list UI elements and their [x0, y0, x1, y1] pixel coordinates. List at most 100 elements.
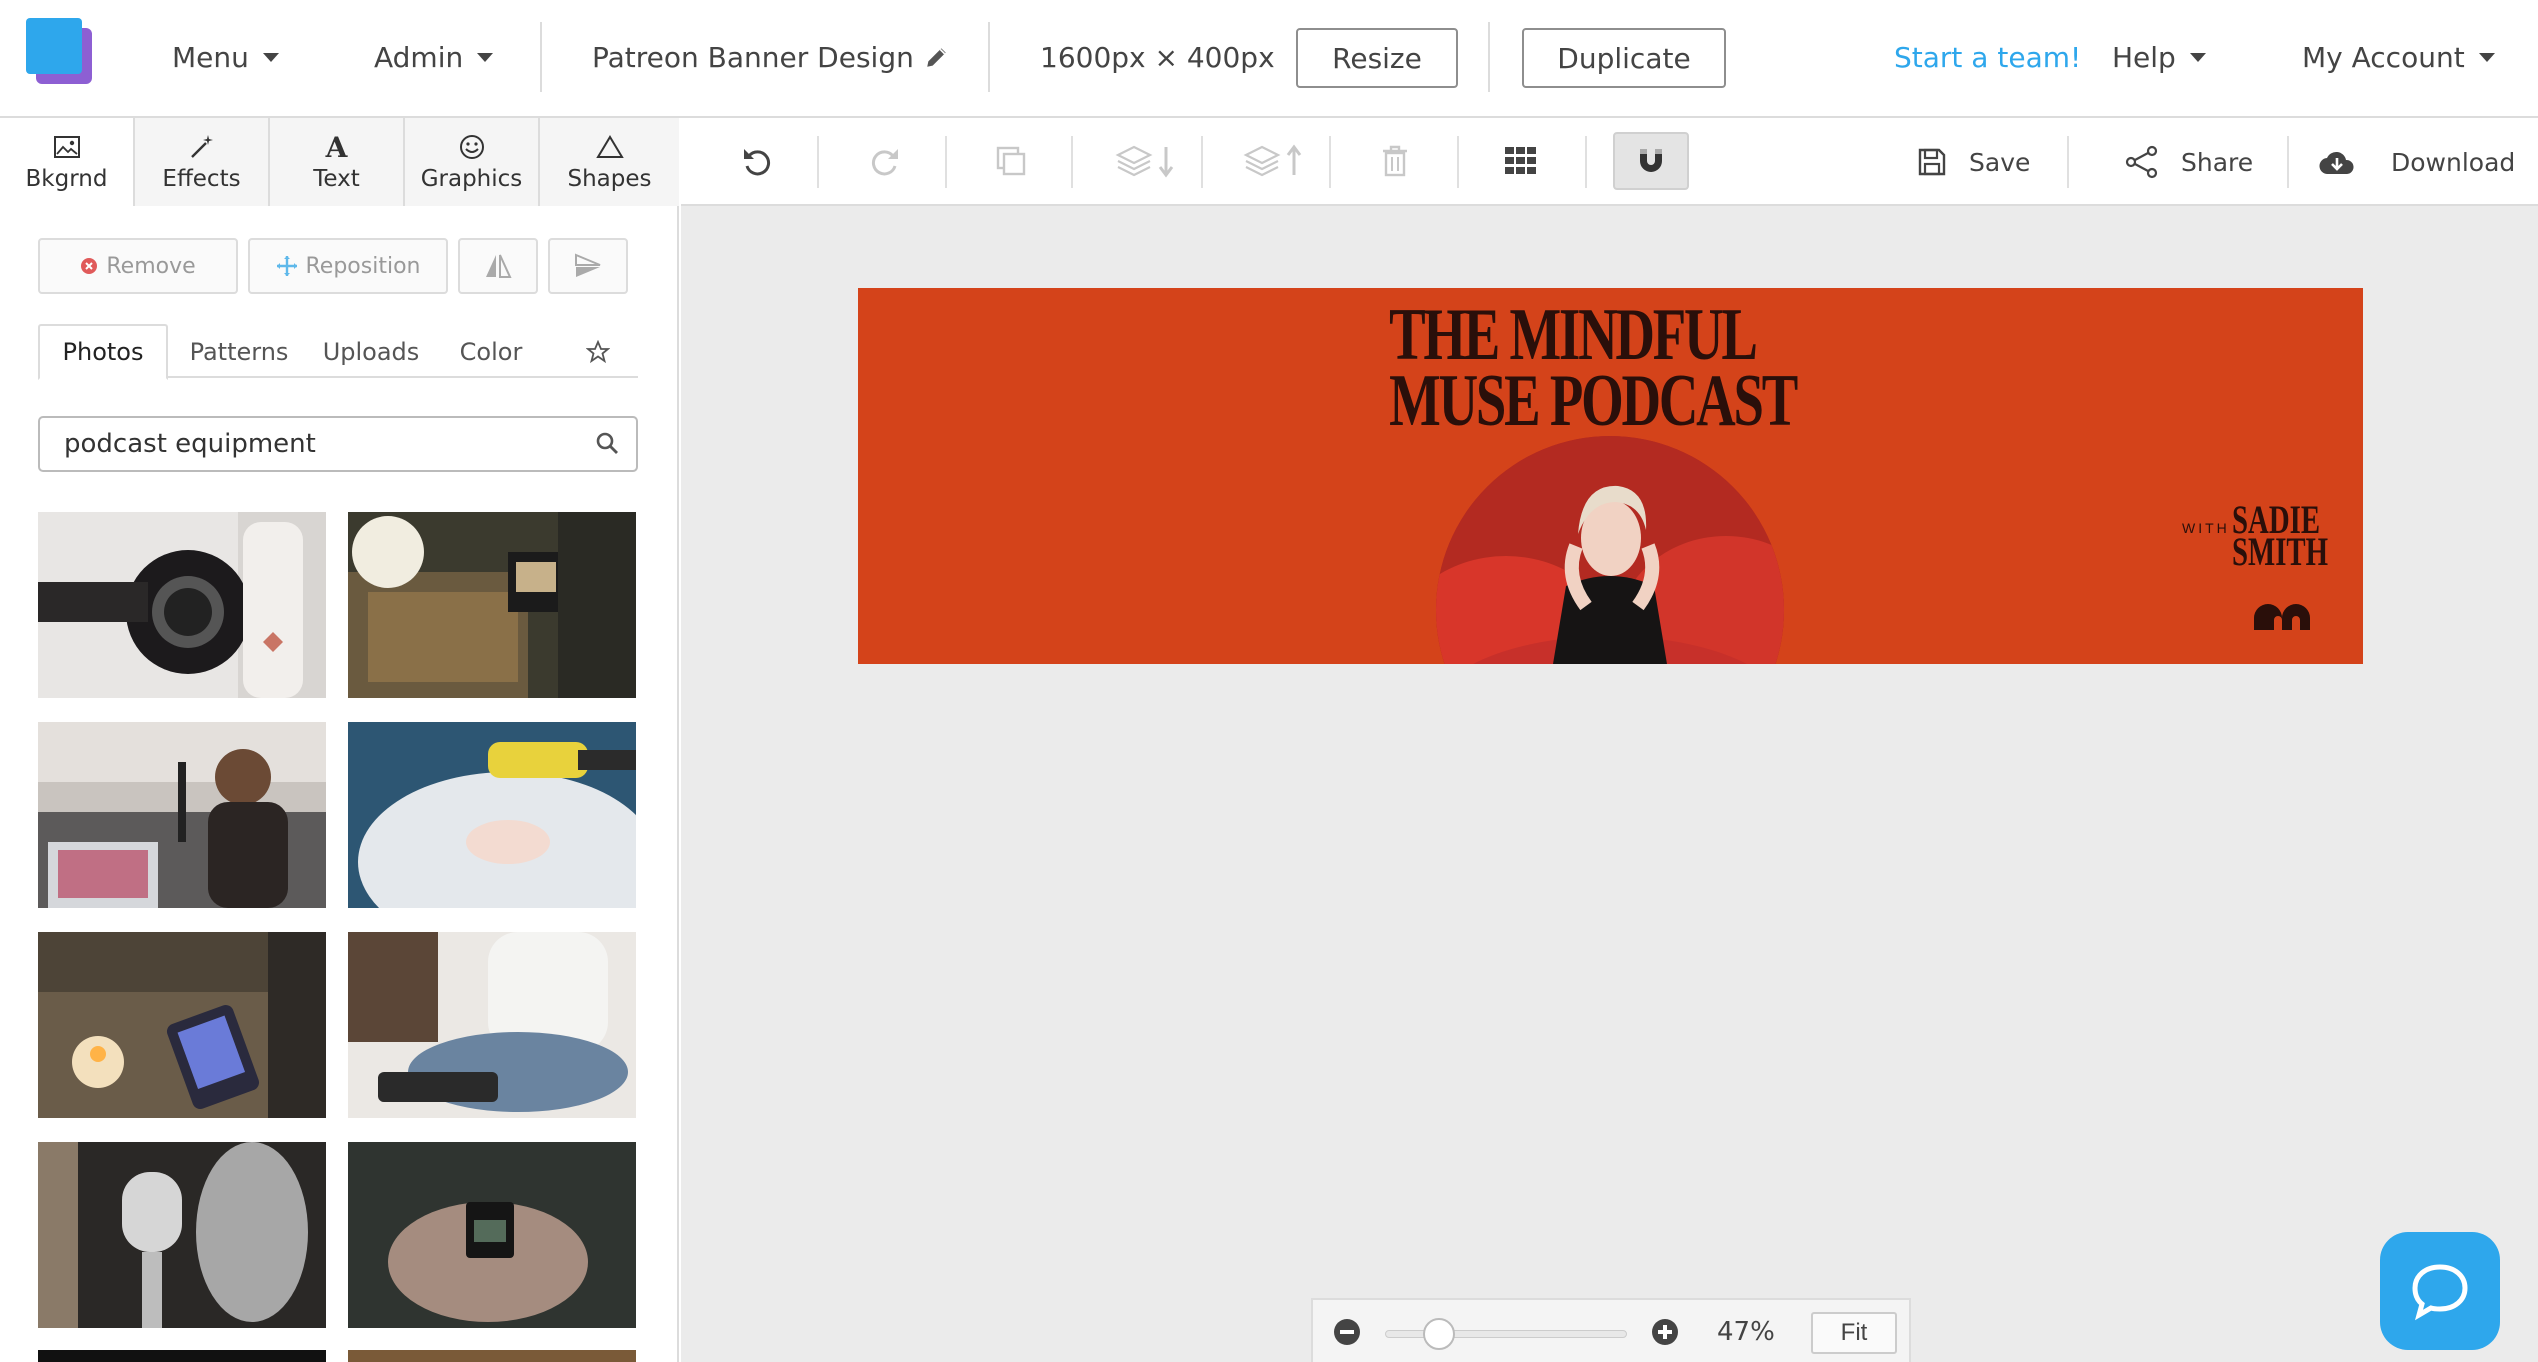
save-label: Save — [1969, 147, 2031, 177]
admin-label: Admin — [374, 40, 464, 74]
chevron-down-icon — [477, 52, 494, 62]
start-team-link[interactable]: Start a team! — [1894, 0, 2081, 114]
host-name[interactable]: SADIE SMITH — [2232, 500, 2329, 574]
tab-patterns[interactable]: Patterns — [174, 324, 304, 380]
photo-thumbnail[interactable] — [348, 1142, 636, 1328]
download-button[interactable]: Download — [2319, 118, 2515, 206]
flip-vertical-button[interactable] — [548, 238, 628, 294]
photo-thumbnail[interactable] — [38, 1350, 326, 1362]
divider — [1329, 136, 1331, 188]
design-title-text: Patreon Banner Design — [592, 40, 914, 74]
host-last-name: SMITH — [2232, 529, 2329, 574]
host-photo[interactable] — [1436, 436, 1784, 664]
account-label: My Account — [2302, 40, 2465, 74]
top-bar: Menu Admin Patreon Banner Design 1600px … — [0, 0, 2538, 118]
save-icon — [1917, 147, 1947, 177]
photo-thumbnail[interactable] — [348, 722, 636, 908]
share-label: Share — [2181, 147, 2254, 177]
reposition-label: Reposition — [305, 253, 421, 279]
duplicate-button[interactable]: Duplicate — [1522, 28, 1726, 88]
photo-source-tabs: Photos Patterns Uploads Color — [38, 324, 638, 380]
admin-dropdown[interactable]: Admin — [374, 0, 494, 114]
pencil-icon[interactable] — [924, 44, 950, 70]
text-a-icon: A — [325, 130, 348, 164]
tab-color[interactable]: Color — [436, 324, 546, 380]
zoom-out-icon[interactable] — [1333, 1318, 1361, 1350]
zoom-slider-track[interactable] — [1385, 1330, 1627, 1338]
help-dropdown[interactable]: Help — [2112, 0, 2206, 114]
divider — [1201, 136, 1203, 188]
send-backward-icon[interactable] — [1101, 132, 1191, 190]
tab-photos[interactable]: Photos — [38, 324, 168, 380]
tab-background[interactable]: Bkgrnd — [0, 118, 135, 206]
tab-shapes[interactable]: Shapes — [540, 118, 679, 206]
photo-thumbnail[interactable] — [348, 932, 636, 1118]
move-icon — [276, 255, 298, 277]
patreon-logo-icon[interactable] — [2252, 600, 2314, 636]
photo-thumbnail[interactable] — [38, 722, 326, 908]
help-label: Help — [2112, 40, 2176, 74]
smiley-icon — [459, 132, 485, 162]
divider — [1071, 136, 1073, 188]
divider — [540, 22, 542, 92]
photo-thumbnail[interactable] — [348, 1350, 636, 1362]
divider — [988, 22, 990, 92]
chat-bubble-icon — [2409, 1261, 2471, 1321]
zoom-level: 47% — [1717, 1317, 1775, 1347]
zoom-slider-handle[interactable] — [1423, 1318, 1455, 1350]
canvas-dimensions: 1600px × 400px — [1040, 0, 1275, 114]
reposition-button[interactable]: Reposition — [248, 238, 448, 294]
divider — [817, 136, 819, 188]
divider — [1488, 22, 1490, 92]
account-dropdown[interactable]: My Account — [2302, 0, 2495, 114]
chat-support-button[interactable] — [2380, 1232, 2500, 1350]
copy-icon[interactable] — [975, 132, 1047, 190]
divider — [1457, 136, 1459, 188]
tab-graphics[interactable]: Graphics — [405, 118, 540, 206]
save-button[interactable]: Save — [1917, 118, 2030, 206]
chevron-down-icon — [2189, 52, 2206, 62]
redo-icon[interactable] — [849, 132, 921, 190]
tab-uploads[interactable]: Uploads — [306, 324, 436, 380]
banner-title[interactable]: THE MINDFUL MUSE PODCAST — [1389, 294, 1798, 438]
left-panel: Bkgrnd Effects A Text Graphics Shapes Re… — [0, 118, 679, 1362]
tab-label: Bkgrnd — [25, 166, 108, 192]
zoom-fit-button[interactable]: Fit — [1811, 1312, 1897, 1354]
magnet-snap-icon[interactable] — [1613, 132, 1689, 190]
tab-effects[interactable]: Effects — [135, 118, 270, 206]
photo-thumbnail[interactable] — [38, 932, 326, 1118]
chevron-down-icon — [262, 52, 279, 62]
star-icon[interactable] — [578, 324, 618, 380]
undo-icon[interactable] — [721, 132, 793, 190]
search-icon[interactable] — [594, 430, 622, 458]
tab-text[interactable]: A Text — [270, 118, 405, 206]
flip-vertical-icon — [574, 253, 602, 279]
design-title[interactable]: Patreon Banner Design — [592, 0, 950, 114]
trash-icon[interactable] — [1359, 132, 1431, 190]
download-label: Download — [2391, 147, 2516, 177]
banner-title-line1: THE MINDFUL — [1389, 294, 1758, 376]
menu-label: Menu — [172, 40, 249, 74]
chevron-down-icon — [2478, 52, 2495, 62]
grid-icon[interactable] — [1485, 132, 1557, 190]
design-canvas[interactable]: THE MINDFUL MUSE PODCAST WITH SADIE SMIT… — [858, 288, 2363, 664]
menu-dropdown[interactable]: Menu — [172, 0, 279, 114]
photo-thumbnail[interactable] — [38, 512, 326, 698]
app-logo[interactable] — [26, 18, 94, 86]
share-button[interactable]: Share — [2125, 118, 2253, 206]
cloud-download-icon — [2319, 148, 2355, 176]
zoom-controls: 47% Fit — [1311, 1298, 1911, 1362]
remove-button[interactable]: Remove — [38, 238, 238, 294]
bring-forward-icon[interactable] — [1229, 132, 1319, 190]
search-value: podcast equipment — [64, 429, 316, 459]
divider — [2067, 136, 2069, 188]
photo-search-input[interactable]: podcast equipment — [38, 416, 638, 472]
host-with-label[interactable]: WITH — [2182, 520, 2230, 536]
photo-thumbnail[interactable] — [38, 1142, 326, 1328]
zoom-in-icon[interactable] — [1651, 1318, 1679, 1350]
photo-thumbnail[interactable] — [348, 512, 636, 698]
divider — [945, 136, 947, 188]
flip-horizontal-button[interactable] — [458, 238, 538, 294]
resize-button[interactable]: Resize — [1296, 28, 1458, 88]
editor-toolbar: Save Share Download — [681, 118, 2538, 206]
